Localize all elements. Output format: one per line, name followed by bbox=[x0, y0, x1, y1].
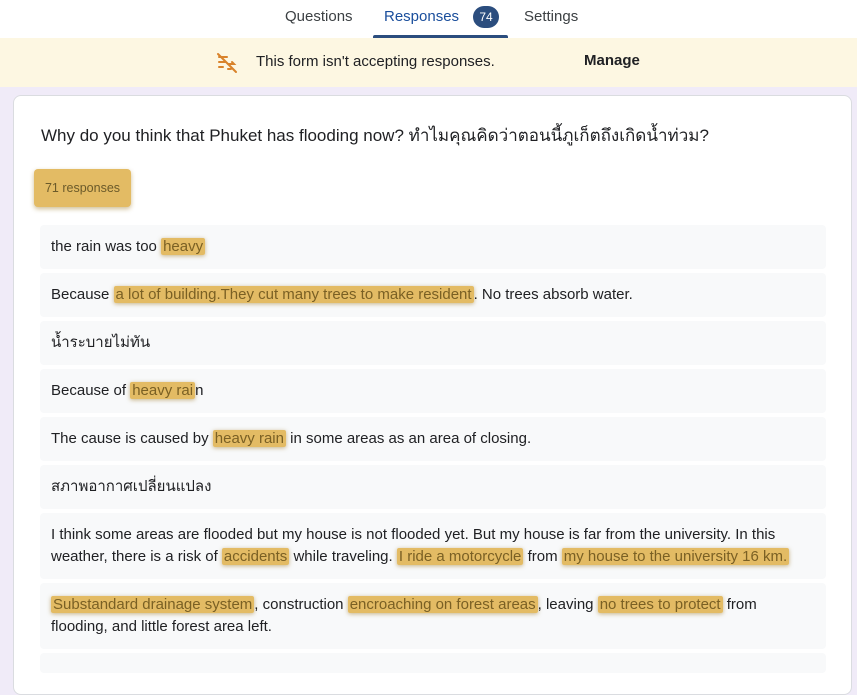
tab-responses[interactable]: Responses 74 bbox=[373, 0, 508, 38]
highlighted-phrase: I ride a motorcycle bbox=[396, 548, 524, 565]
tab-responses-label: Responses bbox=[384, 8, 460, 25]
question-title: Why do you think that Phuket has floodin… bbox=[41, 126, 709, 145]
highlighted-phrase: no trees to protect bbox=[597, 596, 723, 613]
response-row: Because a lot of building.They cut many … bbox=[40, 273, 826, 317]
response-row: น้ำระบายไม่ทัน bbox=[40, 321, 826, 365]
highlighted-phrase: heavy rain bbox=[212, 430, 286, 447]
response-text: the rain was too bbox=[51, 238, 162, 255]
response-text: . No trees absorb water. bbox=[473, 286, 633, 303]
response-row: Because of heavy rai n bbox=[40, 369, 826, 413]
response-row: I think some areas are flooded but my ho… bbox=[40, 513, 826, 579]
response-text: Because bbox=[51, 286, 114, 303]
response-text: สภาพอากาศเปลี่ยนแปลง bbox=[51, 478, 212, 495]
response-text: in some areas as an area of closing. bbox=[285, 430, 532, 447]
not-accepting-banner: This form isn't accepting responses. Man… bbox=[0, 38, 857, 87]
manage-button[interactable]: Manage bbox=[584, 52, 640, 69]
banner-message: This form isn't accepting responses. bbox=[256, 53, 495, 70]
response-row bbox=[40, 653, 826, 673]
response-text: น้ำระบายไม่ทัน bbox=[51, 334, 151, 351]
highlighted-phrase: Substandard drainage system bbox=[51, 596, 255, 613]
highlighted-phrase: a lot of building.They cut many trees to… bbox=[113, 286, 474, 303]
no-responses-icon bbox=[216, 52, 238, 74]
response-text: Because of bbox=[51, 382, 131, 399]
response-row: Substandard drainage system, constructio… bbox=[40, 583, 826, 649]
responses-count-badge: 74 bbox=[473, 6, 499, 28]
response-text: while traveling. bbox=[289, 548, 397, 565]
responses-count-label: 71 responses bbox=[34, 169, 131, 207]
top-tab-bar: Questions Responses 74 Settings bbox=[0, 0, 857, 39]
response-row: สภาพอากาศเปลี่ยนแปลง bbox=[40, 465, 826, 509]
response-row: the rain was too heavy bbox=[40, 225, 826, 269]
response-text: , leaving bbox=[537, 596, 598, 613]
highlighted-phrase: my house to the university 16 km. bbox=[561, 548, 790, 565]
question-summary-card: Why do you think that Phuket has floodin… bbox=[13, 95, 852, 695]
tab-settings[interactable]: Settings bbox=[524, 0, 578, 38]
response-row: The cause is caused by heavy rain in som… bbox=[40, 417, 826, 461]
highlighted-phrase: heavy bbox=[161, 238, 206, 255]
highlighted-phrase: heavy rai bbox=[130, 382, 196, 399]
tab-questions[interactable]: Questions bbox=[285, 0, 353, 38]
response-text: , construction bbox=[254, 596, 348, 613]
response-text: The cause is caused by bbox=[51, 430, 213, 447]
response-list: the rain was too heavy Because a lot of b… bbox=[40, 225, 826, 677]
highlighted-phrase: accidents bbox=[221, 548, 290, 565]
highlighted-phrase: encroaching on forest areas bbox=[347, 596, 538, 613]
response-text: n bbox=[195, 382, 204, 399]
response-text: from bbox=[523, 548, 562, 565]
